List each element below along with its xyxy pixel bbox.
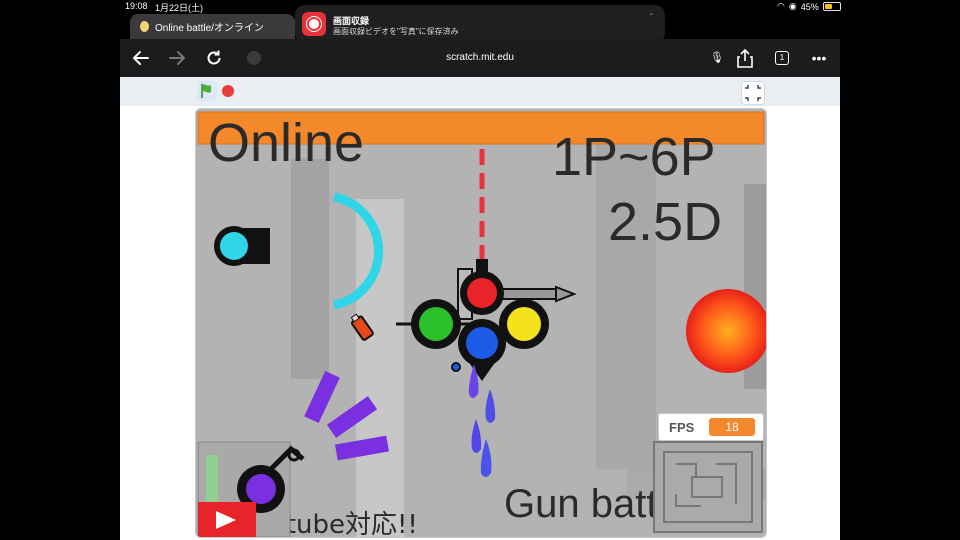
exit-fullscreen-button[interactable] <box>741 81 765 105</box>
stage-canvas: Online 1P~6P 2.5D Gun battle sctube対応!! <box>196 109 766 537</box>
scratch-page: Online 1P~6P 2.5D Gun battle sctube対応!! <box>120 77 840 540</box>
reload-icon <box>207 50 221 65</box>
forward-arrow-icon <box>169 51 186 65</box>
stage-controls <box>120 77 840 106</box>
battery-percent: 45% <box>800 1 819 12</box>
fps-value: 18 <box>709 418 755 436</box>
reload-button[interactable] <box>203 47 225 69</box>
back-button[interactable] <box>130 47 152 69</box>
stop-button[interactable] <box>222 85 234 97</box>
more-options-icon[interactable]: ••• <box>808 47 830 69</box>
players-title: 1P~6P <box>552 127 716 187</box>
status-icons: ◠ ◉ 45% <box>777 1 841 12</box>
tab-count-button[interactable]: 1 <box>775 51 789 65</box>
forward-button[interactable] <box>166 47 188 69</box>
mode-title: 2.5D <box>608 192 722 252</box>
youtube-logo-icon <box>198 502 256 537</box>
scratch-favicon-icon <box>140 21 149 32</box>
cyan-player <box>214 226 270 266</box>
url-text: scratch.mit.edu <box>446 52 514 63</box>
tab-title: Online battle/オンライン <box>155 23 264 34</box>
shrink-icon <box>745 85 761 101</box>
game-stage[interactable]: Online 1P~6P 2.5D Gun battle sctube対応!! <box>195 108 767 538</box>
back-arrow-icon <box>132 51 149 65</box>
microphone-icon[interactable]: 🎙 <box>710 51 724 64</box>
green-flag-icon <box>201 84 211 98</box>
browser-tab[interactable]: Online battle/オンライン <box>130 14 295 39</box>
notification-message: 画面収録ビデオを"写真"に保存済み <box>333 27 459 36</box>
record-icon <box>302 12 326 36</box>
green-flag-button[interactable] <box>197 81 217 101</box>
browser-toolbar: scratch.mit.edu 🎙 1 ••• <box>120 39 840 77</box>
orientation-lock-icon: ◉ <box>788 1 797 11</box>
share-button[interactable] <box>734 47 756 69</box>
fps-label: FPS <box>669 420 695 435</box>
address-bar[interactable]: scratch.mit.edu 🎙 <box>238 45 724 71</box>
online-title: Online <box>208 113 364 173</box>
minimap <box>653 441 763 533</box>
screen-recording-notification[interactable]: 画面収録 画面収録ビデオを"写真"に保存済み ⌃ <box>295 5 665 43</box>
date: 1月22日(土) <box>155 3 204 13</box>
wifi-icon: ◠ <box>777 1 785 11</box>
chevron-icon: ⌃ <box>648 12 655 21</box>
fps-monitor: FPS 18 <box>658 413 764 441</box>
battery-icon <box>822 2 841 11</box>
share-icon <box>737 48 753 68</box>
clock: 19:08 <box>125 1 148 11</box>
